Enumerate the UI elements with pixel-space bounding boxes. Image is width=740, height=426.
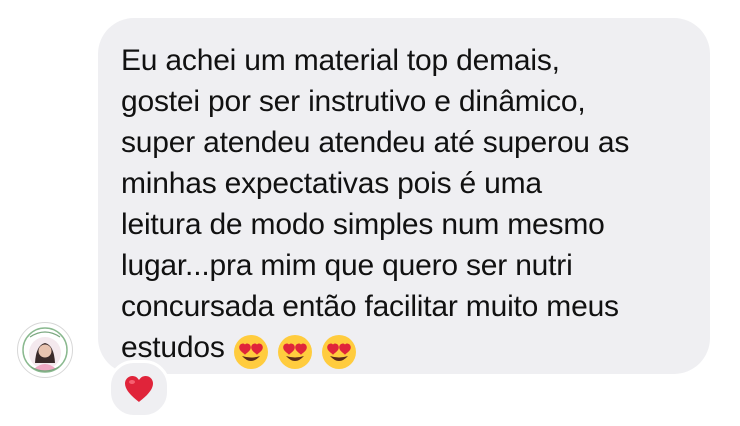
reaction-badge[interactable] [108,360,170,418]
heart-eyes-emoji-icon [277,335,312,369]
message-body: Eu achei um material top demais, gostei … [121,44,630,364]
heart-eyes-emoji-icon [321,335,356,369]
heart-eyes-emoji-icon [233,335,268,369]
red-heart-icon [125,376,153,402]
chat-thread: Eu achei um material top demais, gostei … [0,0,740,426]
message-bubble[interactable]: Eu achei um material top demais, gostei … [98,18,710,374]
sender-avatar[interactable] [17,322,73,378]
message-text: Eu achei um material top demais, gostei … [121,40,690,375]
emoji-group [233,334,365,375]
profile-avatar-icon [19,324,71,376]
